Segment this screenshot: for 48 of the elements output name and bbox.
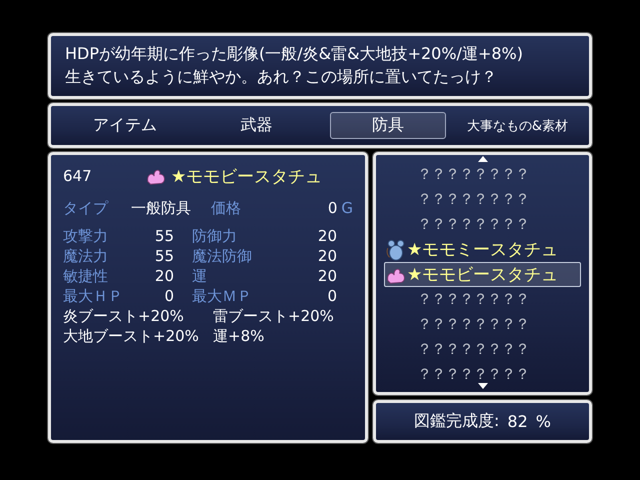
stat-label: 運	[192, 267, 208, 286]
effect-text: 炎ブースト+20%	[63, 306, 185, 326]
list-item[interactable]: ？？？？？？？？	[384, 287, 581, 312]
item-number: 647	[63, 167, 93, 185]
category-tab[interactable]: 防具	[330, 112, 446, 139]
list-item[interactable]: ？？？？？？？？	[384, 337, 581, 362]
category-tab[interactable]: アイテム	[67, 112, 183, 139]
list-item[interactable]: ★モモビースタチュ	[384, 262, 581, 287]
list-item[interactable]: ？？？？？？？？	[384, 212, 581, 237]
stat-value: 0	[328, 199, 338, 217]
stat-value: 20	[316, 247, 338, 266]
effect-text: 雷ブースト+20%	[213, 306, 335, 326]
list-item[interactable]: ？？？？？？？？	[384, 162, 581, 187]
stat-label: タイプ	[63, 198, 110, 218]
description-text: 生きているように鮮やか。あれ？この場所に置いてたっけ？	[65, 67, 498, 88]
list-item[interactable]: ★モモミースタチュ	[384, 237, 581, 262]
stat-value: 20	[316, 267, 338, 286]
stat-label: 最大ＭＰ	[192, 287, 253, 306]
completion-value: 82	[507, 412, 528, 431]
stat-value: 55	[154, 227, 175, 246]
completion-label: 図鑑完成度:	[414, 411, 500, 432]
stat-value: 55	[154, 247, 175, 266]
stat-label: 価格	[211, 198, 242, 218]
description-text: HDPが幼年期に作った彫像(一般/炎&雷&大地技+20%/運+8%)	[65, 44, 524, 65]
stat-value: 一般防具	[131, 198, 192, 218]
list-item[interactable]: ？？？？？？？？	[384, 312, 581, 337]
stat-value: 0	[163, 287, 175, 306]
list-item[interactable]: ？？？？？？？？	[384, 362, 581, 387]
stat-value: 20	[154, 267, 175, 286]
stat-label: 攻撃力	[63, 227, 109, 246]
item-name: ★モモビースタチュ	[171, 166, 322, 188]
stat-label: 防御力	[192, 227, 238, 246]
stat-value: 0	[326, 287, 338, 306]
category-tab[interactable]: 大事なもの&素材	[454, 114, 581, 138]
stat-label: 魔法防御	[192, 247, 253, 266]
stat-label: 魔法力	[63, 247, 109, 266]
stat-value: 20	[316, 227, 338, 246]
effect-text: 大地ブースト+20%	[63, 326, 200, 346]
effect-text: 運+8%	[213, 326, 266, 346]
list-item[interactable]: ？？？？？？？？	[384, 187, 581, 212]
stat-label: 最大ＨＰ	[63, 287, 124, 306]
stat-label: 敏捷性	[63, 267, 109, 286]
scroll-up-icon[interactable]	[478, 156, 488, 162]
category-tab[interactable]: 武器	[198, 112, 314, 139]
currency-text: G	[341, 199, 353, 217]
mouse-icon	[385, 238, 407, 260]
percent-sign: %	[536, 412, 551, 431]
scroll-down-icon[interactable]	[478, 383, 488, 389]
